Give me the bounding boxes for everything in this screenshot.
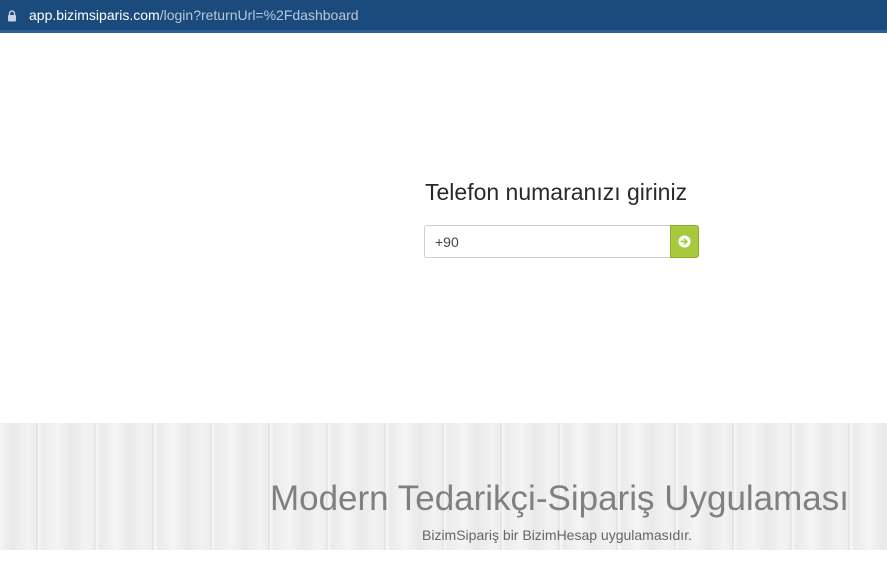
submit-button[interactable] xyxy=(670,225,699,258)
lock-icon xyxy=(7,9,17,22)
phone-input[interactable] xyxy=(424,225,672,258)
arrow-right-circle-icon xyxy=(671,235,698,248)
url-text[interactable]: app.bizimsiparis.com/login?returnUrl=%2F… xyxy=(29,7,359,23)
url-host: app.bizimsiparis.com xyxy=(29,7,160,23)
browser-address-bar[interactable]: app.bizimsiparis.com/login?returnUrl=%2F… xyxy=(0,0,887,33)
hero-title: Modern Tedarikçi-Sipariş Uygulaması xyxy=(269,479,849,518)
hero-subtitle: BizimSipariş bir BizimHesap uygulamasıdı… xyxy=(422,527,692,543)
url-path: /login?returnUrl=%2Fdashboard xyxy=(159,7,359,23)
phone-prompt: Telefon numaranızı giriniz xyxy=(425,179,688,205)
login-form: Telefon numaranızı giriniz xyxy=(424,177,699,258)
phone-input-group xyxy=(424,225,699,258)
hero-banner: Modern Tedarikçi-Sipariş Uygulaması Bizi… xyxy=(0,423,887,550)
